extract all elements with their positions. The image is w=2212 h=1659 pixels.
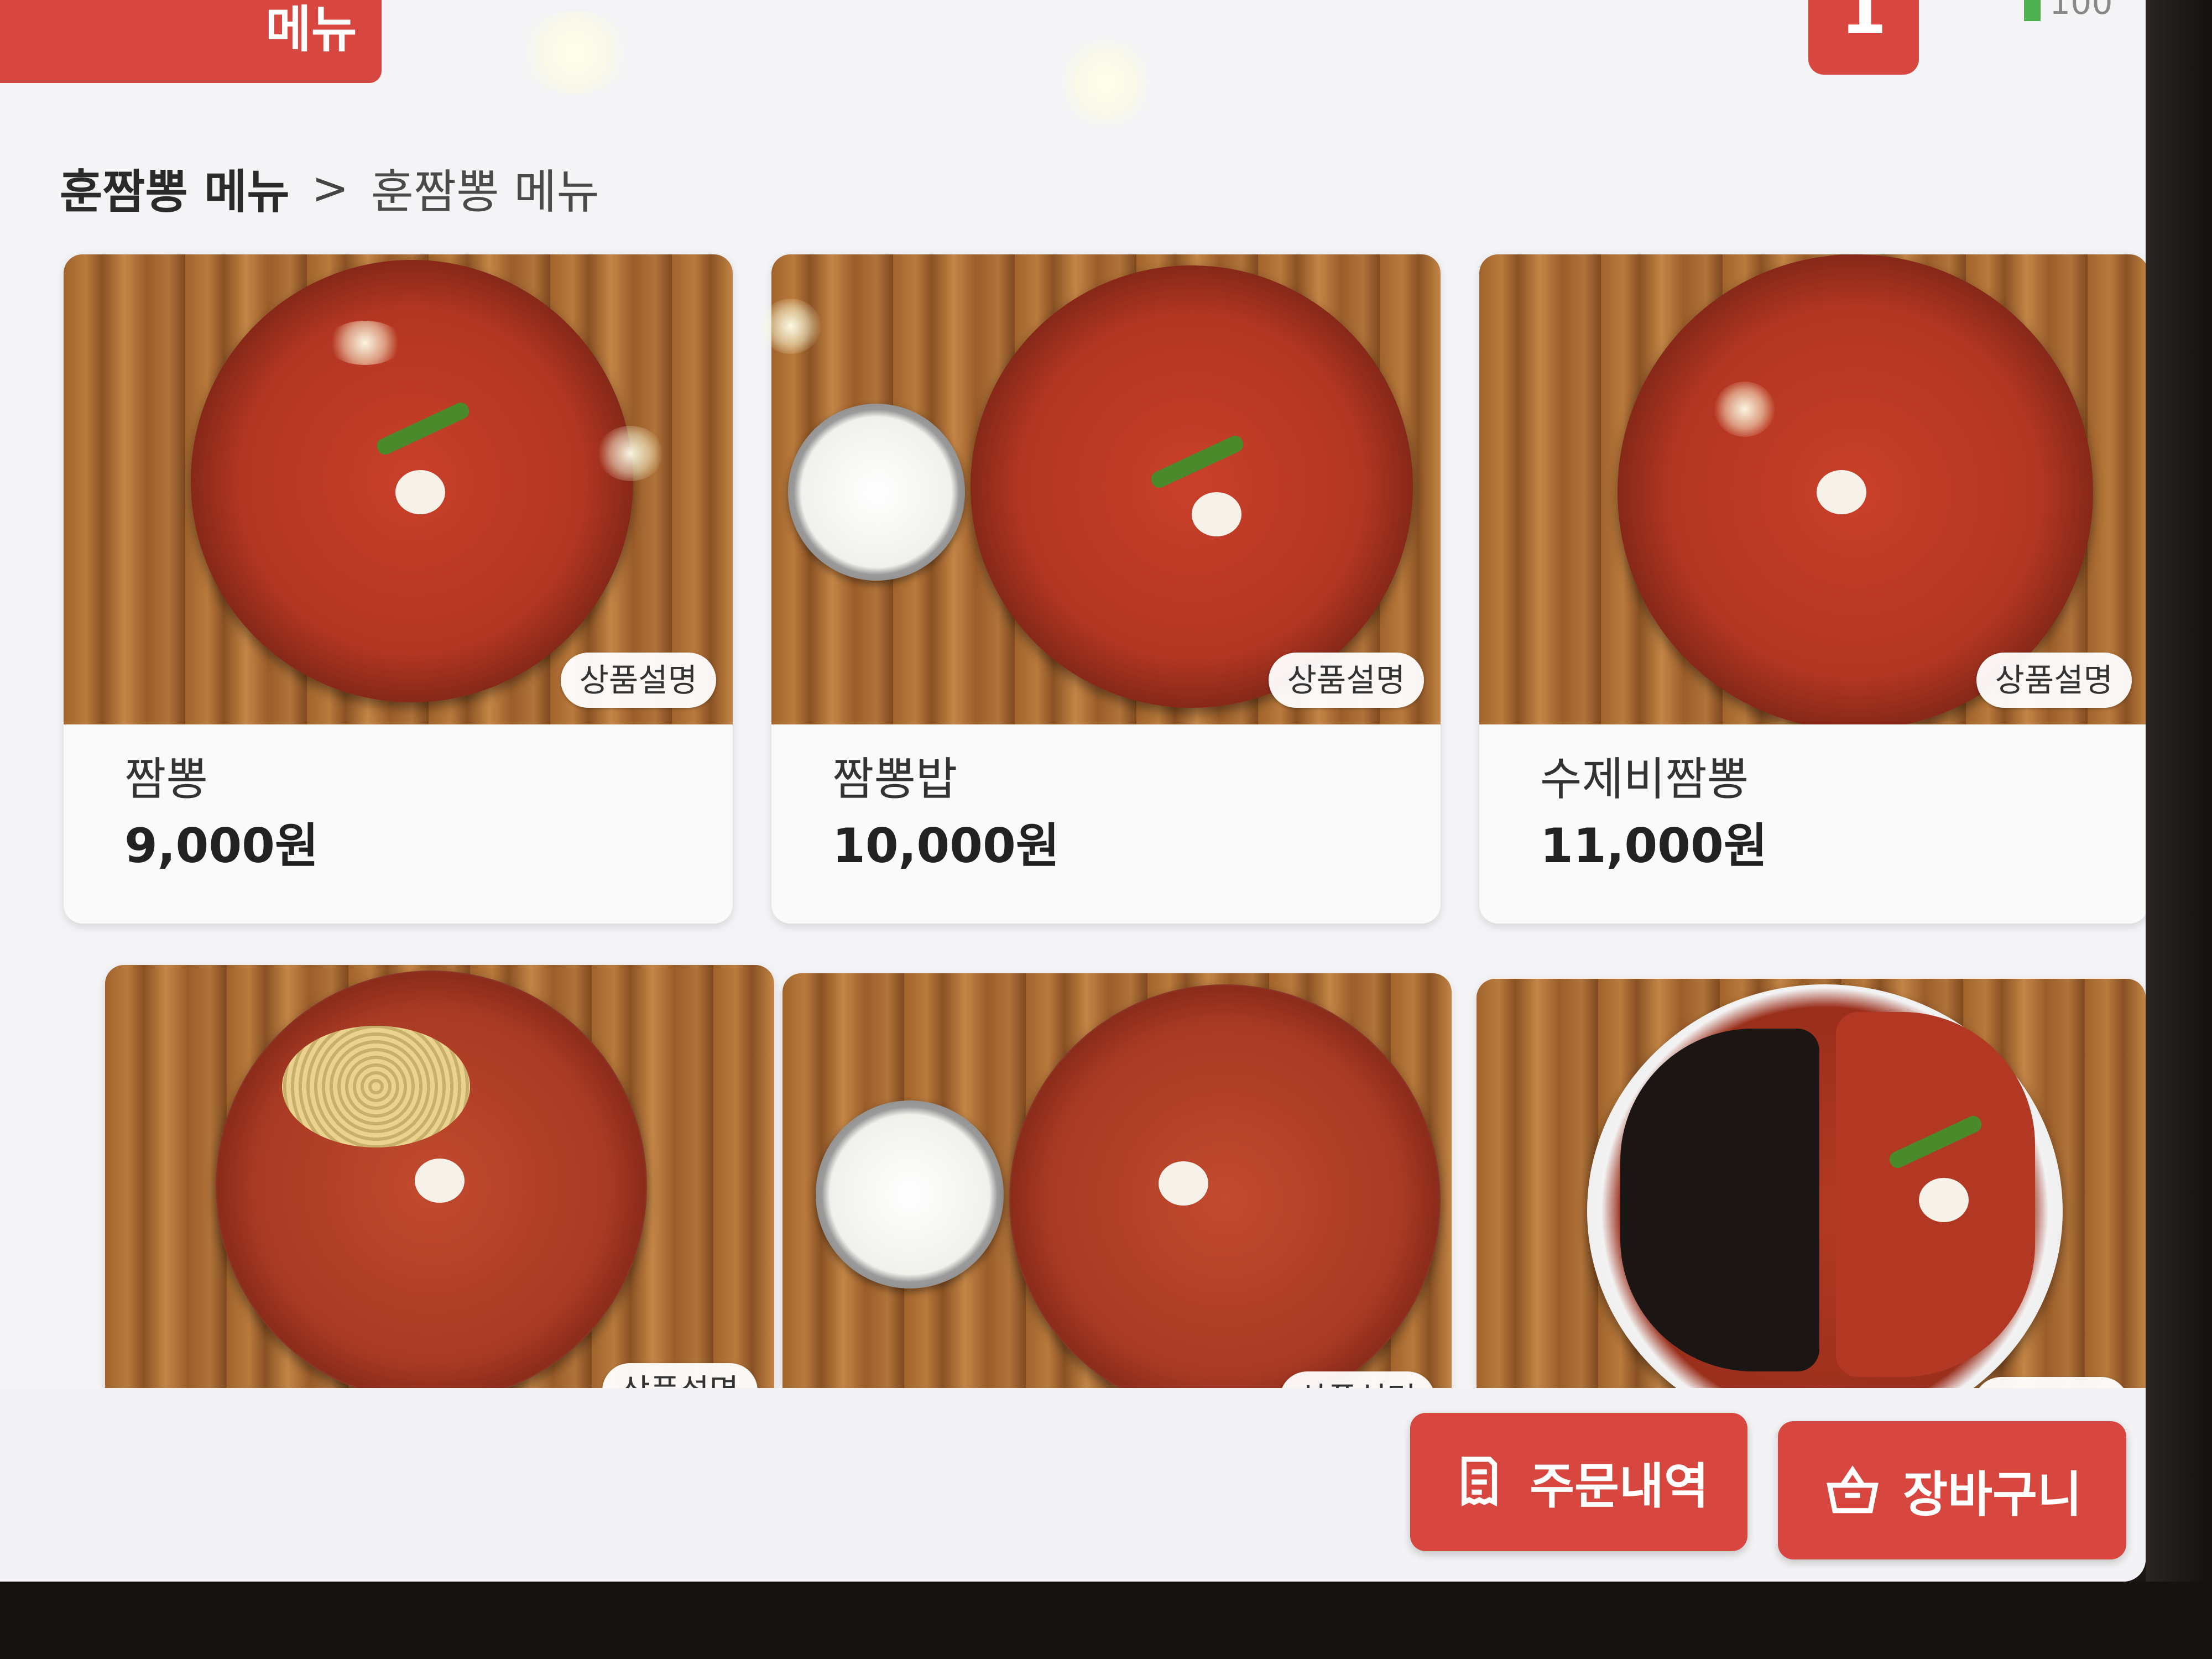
menu-item-name: 수제비짬뽕 [1540, 753, 1749, 806]
product-description-button[interactable]: 상품설명 [1976, 653, 2132, 708]
menu-item-price: 10,000원 [832, 818, 1060, 874]
product-description-button[interactable]: 상품설명 [1268, 653, 1424, 708]
menu-photo: 상품설명 [1477, 979, 2146, 1449]
menu-photo: 상품설명 [771, 254, 1441, 724]
battery-icon [2024, 0, 2041, 22]
menu-card-jjamppong[interactable]: 상품설명 짬뽕 9,000원 [64, 254, 733, 924]
rice-bowl [788, 404, 965, 581]
category-tab[interactable]: 메뉴 [0, 0, 382, 83]
menu-item-name: 짬뽕밥 [832, 753, 958, 806]
egg [415, 1159, 465, 1203]
menu-card-4[interactable]: 상품설명 [105, 965, 774, 1435]
cart-button[interactable]: 장바구니 [1778, 1421, 2126, 1559]
status-indicator: 100 [2024, 0, 2146, 22]
egg [1192, 492, 1241, 536]
cart-label: 장바구니 [1903, 1465, 2082, 1523]
menu-photo: 상품설명 [1479, 254, 2146, 724]
menu-photo: 상품설명 [64, 254, 733, 724]
egg [1817, 470, 1866, 514]
menu-card-jjamppongbap[interactable]: 상품설명 짬뽕밥 10,000원 [771, 254, 1441, 924]
menu-card-sujebi-jjamppong[interactable]: 상품설명 수제비짬뽕 11,000원 [1479, 254, 2146, 924]
category-tab-label: 메뉴 [265, 1, 357, 59]
soup-bowl [971, 265, 1413, 708]
menu-card-info: 짬뽕밥 10,000원 [771, 724, 1441, 924]
light-reflection [1062, 39, 1150, 127]
basket-icon [1827, 1465, 1879, 1514]
rice-bowl [816, 1100, 1004, 1288]
menu-photo: 상품설명 [105, 965, 774, 1435]
breadcrumb: 훈짬뽕 메뉴 > 훈짬뽕 메뉴 [60, 155, 599, 221]
menu-item-price: 11,000원 [1540, 818, 1767, 874]
menu-card-5[interactable]: 상품설명 [782, 973, 1452, 1443]
light-reflection [520, 11, 630, 94]
device-bezel [0, 1582, 2212, 1659]
menu-item-name: 짬뽕 [124, 753, 208, 806]
order-history-button[interactable]: 주문내역 [1410, 1413, 1747, 1551]
chevron-right-icon: > [311, 162, 349, 214]
noodles [282, 1026, 470, 1147]
menu-card-6[interactable]: 상품설명 [1477, 979, 2146, 1449]
menu-card-info: 짬뽕 9,000원 [64, 724, 733, 924]
breadcrumb-root[interactable]: 훈짬뽕 메뉴 [60, 155, 290, 222]
soup-bowl [1009, 984, 1441, 1416]
egg [1159, 1161, 1208, 1206]
receipt-icon [1461, 1457, 1498, 1507]
status-text: 100 [2049, 0, 2113, 22]
product-description-button[interactable]: 상품설명 [560, 653, 716, 708]
cart-count-badge[interactable]: 1 [1808, 0, 1919, 75]
jjajang-half [1620, 1029, 1819, 1371]
egg [395, 470, 445, 514]
menu-item-price: 9,000원 [124, 818, 319, 874]
order-history-label: 주문내역 [1530, 1457, 1709, 1515]
menu-card-info: 수제비짬뽕 11,000원 [1479, 724, 2146, 924]
kiosk-screen: 메뉴 1 100 훈짬뽕 메뉴 > 훈짬뽕 메뉴 상품설명 짬뽕 9,000원 … [0, 0, 2146, 1582]
egg [1919, 1178, 1969, 1222]
menu-photo: 상품설명 [782, 973, 1452, 1443]
device-bezel [2146, 0, 2212, 1659]
breadcrumb-current: 훈짬뽕 메뉴 [371, 164, 599, 219]
